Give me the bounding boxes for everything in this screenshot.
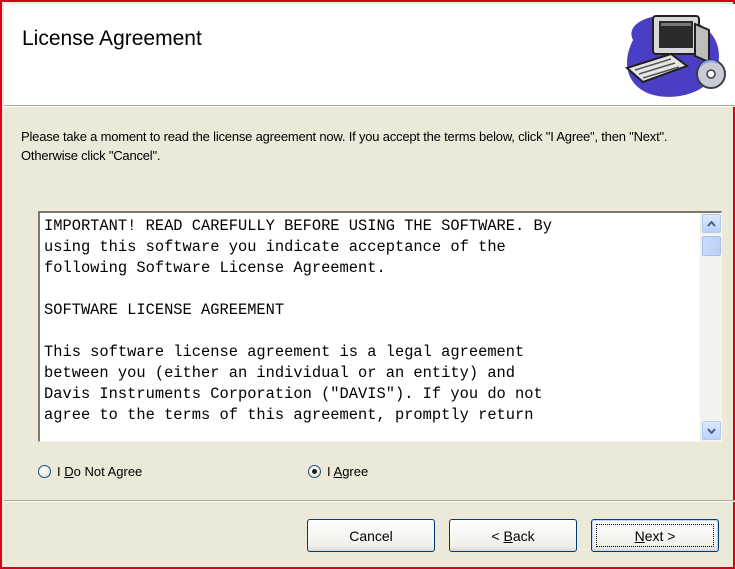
radio-agree-label: I Agree [327,464,369,479]
vertical-scrollbar[interactable] [700,213,721,441]
computer-cd-icon [625,15,726,97]
focus-rectangle [596,524,714,547]
page-title: License Agreement [22,27,202,50]
arrow-up-icon [707,220,716,227]
scroll-thumb[interactable] [702,236,721,256]
cancel-button-label: Cancel [349,527,393,544]
license-text: IMPORTANT! READ CAREFULLY BEFORE USING T… [44,217,552,424]
radio-do-not-agree-label: I Do Not Agree [57,464,143,479]
footer-divider [4,500,735,502]
license-textbox[interactable]: IMPORTANT! READ CAREFULLY BEFORE USING T… [38,211,722,442]
installer-window: License Agreement Please take a moment t… [0,0,735,569]
radio-circle-checked[interactable] [308,465,321,478]
instructions-text: Please take a moment to read the license… [21,129,668,163]
scroll-up-button[interactable] [702,214,721,233]
back-button-label: < Back [491,527,535,544]
radio-do-not-agree[interactable]: I Do Not Agree [38,464,142,479]
header-divider [4,105,735,107]
next-button[interactable]: Next > [591,519,719,552]
cancel-button[interactable]: Cancel [307,519,435,552]
header-panel: License Agreement [4,4,735,105]
arrow-down-icon [707,427,716,434]
radio-agree[interactable]: I Agree [308,464,368,479]
radio-circle[interactable] [38,465,51,478]
back-button[interactable]: < Back [449,519,577,552]
scroll-down-button[interactable] [702,421,721,440]
